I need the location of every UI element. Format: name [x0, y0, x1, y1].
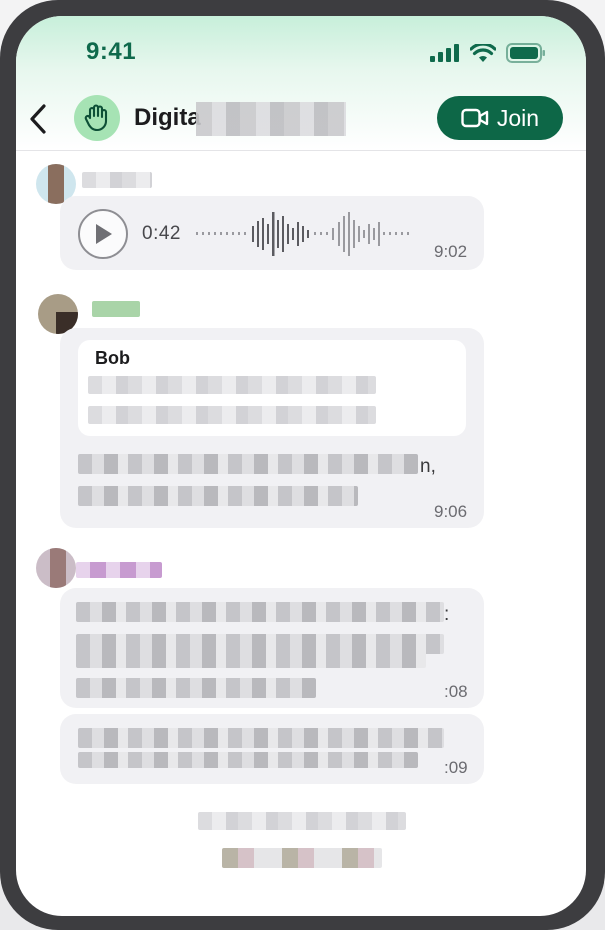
sender-name-redacted: [92, 301, 140, 317]
sender-name-redacted: [76, 562, 162, 578]
message-text-redacted: [78, 454, 418, 474]
message-time: 9:06: [434, 502, 468, 521]
wifi-icon: [470, 43, 496, 62]
message-text-fragment: n,: [420, 456, 436, 477]
status-time: 9:41: [86, 38, 137, 65]
quoted-author: Bob: [95, 348, 130, 368]
signal-icon: [430, 44, 459, 62]
raised-hand-icon: [84, 104, 108, 132]
join-button[interactable]: Join: [437, 96, 563, 140]
message-text-redacted: [76, 634, 444, 654]
message-text-redacted: [76, 678, 316, 698]
avatar[interactable]: [36, 548, 76, 588]
quoted-message[interactable]: Bob: [78, 340, 466, 436]
waveform: [196, 212, 409, 256]
quoted-text-redacted: [88, 376, 376, 394]
group-avatar[interactable]: [74, 95, 120, 141]
phone-frame: 9:41 Digita Join 0:42 9:02 Bob n, 9:06:…: [0, 0, 605, 930]
message-text-redacted: [76, 602, 444, 622]
system-notice-redacted: [222, 848, 382, 868]
system-notice-redacted: [198, 812, 406, 830]
join-label: Join: [496, 104, 540, 131]
chat-header: 9:41 Digita Join: [16, 16, 586, 151]
voice-duration: 0:42: [142, 223, 181, 244]
message-text-redacted: [76, 652, 426, 668]
message-text-redacted: [78, 752, 418, 768]
play-icon: [96, 224, 112, 244]
sender-name-redacted: [82, 172, 152, 188]
message-text-fragment: :: [444, 604, 450, 625]
chevron-left-icon: [30, 104, 46, 134]
message-text-redacted: [78, 486, 358, 506]
message-time: :09: [444, 758, 468, 777]
message-time: 9:02: [434, 242, 468, 261]
status-icons: [430, 43, 546, 63]
video-camera-icon: [461, 108, 489, 128]
chat-title[interactable]: Digita: [134, 104, 201, 132]
quoted-text-redacted: [88, 406, 376, 424]
message-bubble[interactable]: [60, 714, 484, 784]
battery-icon: [506, 43, 545, 63]
chat-screen: 9:41 Digita Join 0:42 9:02 Bob n, 9:06:…: [16, 16, 586, 916]
play-button[interactable]: [78, 209, 128, 259]
back-button[interactable]: [24, 102, 54, 136]
chat-title-redacted: [196, 102, 346, 136]
message-time: :08: [444, 682, 468, 701]
message-text-redacted: [78, 728, 444, 748]
